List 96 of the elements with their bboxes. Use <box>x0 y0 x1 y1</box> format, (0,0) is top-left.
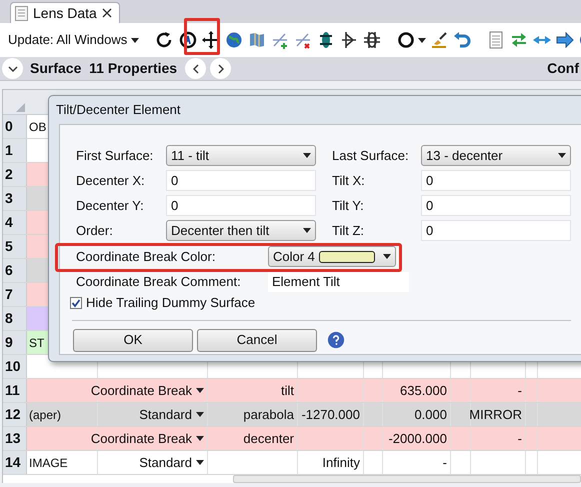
field-label: Tilt Y: <box>332 196 365 215</box>
color-dropdown[interactable]: Color 4 <box>268 246 396 267</box>
dialog-button[interactable]: OK <box>73 328 193 352</box>
table-cell-text: decenter <box>243 430 294 448</box>
table-cell-text: MIRROR <box>469 406 522 424</box>
table-cell-text: (aper) <box>29 406 62 424</box>
chevron-down-icon <box>8 66 18 72</box>
undo-icon[interactable] <box>452 30 472 50</box>
checkbox-label: Hide Trailing Dummy Surface <box>86 294 256 312</box>
row-number: 5 <box>3 235 27 258</box>
row-number: 14 <box>3 451 27 474</box>
field-label: Coordinate Break Comment: <box>76 273 242 292</box>
row-number: 12 <box>3 403 27 426</box>
surface-type-dropdown[interactable]: Standard <box>139 404 204 424</box>
caret-icon <box>196 460 204 465</box>
surface-type-dropdown[interactable]: Coordinate Break <box>90 428 204 448</box>
row-number: 7 <box>3 283 27 306</box>
previous-button[interactable] <box>185 58 206 79</box>
table-row[interactable]: 11 Coordinate Break tilt 635.000 - <box>3 379 581 403</box>
caret-icon <box>196 412 204 417</box>
chevron-left-icon <box>192 64 199 74</box>
dropdown[interactable]: 13 - decenter <box>421 145 571 166</box>
row-number: 10 <box>3 355 27 378</box>
table-cell-text: parabola <box>243 406 294 424</box>
row-number: 3 <box>3 187 27 210</box>
field-label: Coordinate Break Color: <box>76 248 216 266</box>
table-row[interactable]: 12 (aper) Standard parabola -1270.000 0.000 MIRROR <box>3 403 581 427</box>
ring-icon[interactable] <box>396 30 416 50</box>
table-cell-text: 635.000 <box>400 382 447 400</box>
table-cell-text: -1270.000 <box>301 406 360 424</box>
field-label: Decenter X: <box>76 172 146 190</box>
table-cell-text: - <box>518 382 522 400</box>
element-icon[interactable] <box>362 30 382 50</box>
table-row[interactable]: 13 Coordinate Break decenter -2000.000 - <box>3 427 581 451</box>
right-arrow-icon[interactable] <box>555 30 576 50</box>
document-icon <box>15 6 28 20</box>
row-number: 13 <box>3 427 27 450</box>
table-cell-text: ST <box>29 334 44 352</box>
next-button[interactable] <box>210 58 232 79</box>
checkbox[interactable] <box>70 296 82 309</box>
input-field[interactable]: 0 <box>421 220 571 241</box>
field-label: First Surface: <box>76 146 154 165</box>
dropdown[interactable]: 11 - tilt <box>166 145 316 166</box>
field-label: Tilt Z: <box>332 222 366 240</box>
highlight-frame <box>184 18 220 55</box>
config-label: Conf <box>547 59 579 78</box>
table-cell-text: IMAGE <box>29 454 68 472</box>
tab[interactable]: Lens Data <box>10 2 120 23</box>
caret-icon <box>131 38 140 42</box>
field-label: Last Surface: <box>332 146 410 165</box>
field-label: Decenter Y: <box>76 196 145 215</box>
row-number: 9 <box>3 331 27 354</box>
row-number: 4 <box>3 211 27 234</box>
caret-icon <box>196 388 204 393</box>
row-number: 1 <box>3 139 27 162</box>
surface-type-dropdown[interactable]: Coordinate Break <box>90 380 204 400</box>
caret-icon <box>196 436 204 441</box>
close-icon[interactable] <box>102 8 112 18</box>
tab-label: Lens Data <box>33 4 97 22</box>
dialog-title: Tilt/Decenter Element <box>55 101 182 120</box>
surface-type-dropdown[interactable]: Standard <box>139 452 204 472</box>
dropdown-caret-icon <box>418 38 426 42</box>
caret-icon <box>558 153 566 158</box>
update-dropdown[interactable]: Update: All Windows <box>8 30 140 50</box>
row-number: 8 <box>3 307 27 330</box>
caret-icon <box>303 153 311 158</box>
input-field[interactable]: 0 <box>166 195 316 216</box>
caret-icon <box>303 228 311 233</box>
table-row[interactable]: 14 IMAGE Standard Infinity - <box>3 451 581 475</box>
input-field[interactable]: Element Tilt <box>268 272 409 292</box>
table-cell-text: -2000.000 <box>388 430 447 448</box>
row-number: 11 <box>3 379 27 402</box>
surface-title: Surface 11 Properties <box>30 59 178 78</box>
table-cell-text: tilt <box>281 382 294 400</box>
field-label: Order: <box>76 222 114 240</box>
input-field[interactable]: 0 <box>421 170 571 191</box>
row-number: 0 <box>3 115 27 138</box>
chevron-right-icon <box>218 64 224 74</box>
table-cell-text: - <box>442 454 447 472</box>
table-cell-text: 0.000 <box>414 406 447 424</box>
table-cell-text: Infinity <box>322 454 360 472</box>
brush-icon[interactable] <box>429 30 450 50</box>
help-icon[interactable] <box>327 331 345 349</box>
table-cell-text: - <box>518 430 522 448</box>
input-field[interactable]: 0 <box>166 170 316 191</box>
dropdown[interactable]: Decenter then tilt <box>166 220 316 241</box>
row-number: 6 <box>3 259 27 282</box>
dialog-button[interactable]: Cancel <box>197 328 317 352</box>
letter-circle-icon[interactable] <box>178 30 198 50</box>
field-label: Tilt X: <box>332 172 366 190</box>
row-number: 2 <box>3 163 27 186</box>
input-field[interactable]: 0 <box>421 195 571 216</box>
globe-icon[interactable] <box>224 30 244 50</box>
table-cell-text: OB <box>29 118 46 136</box>
collapse-button[interactable] <box>2 58 23 79</box>
horizontal-scrollbar[interactable] <box>233 475 581 483</box>
